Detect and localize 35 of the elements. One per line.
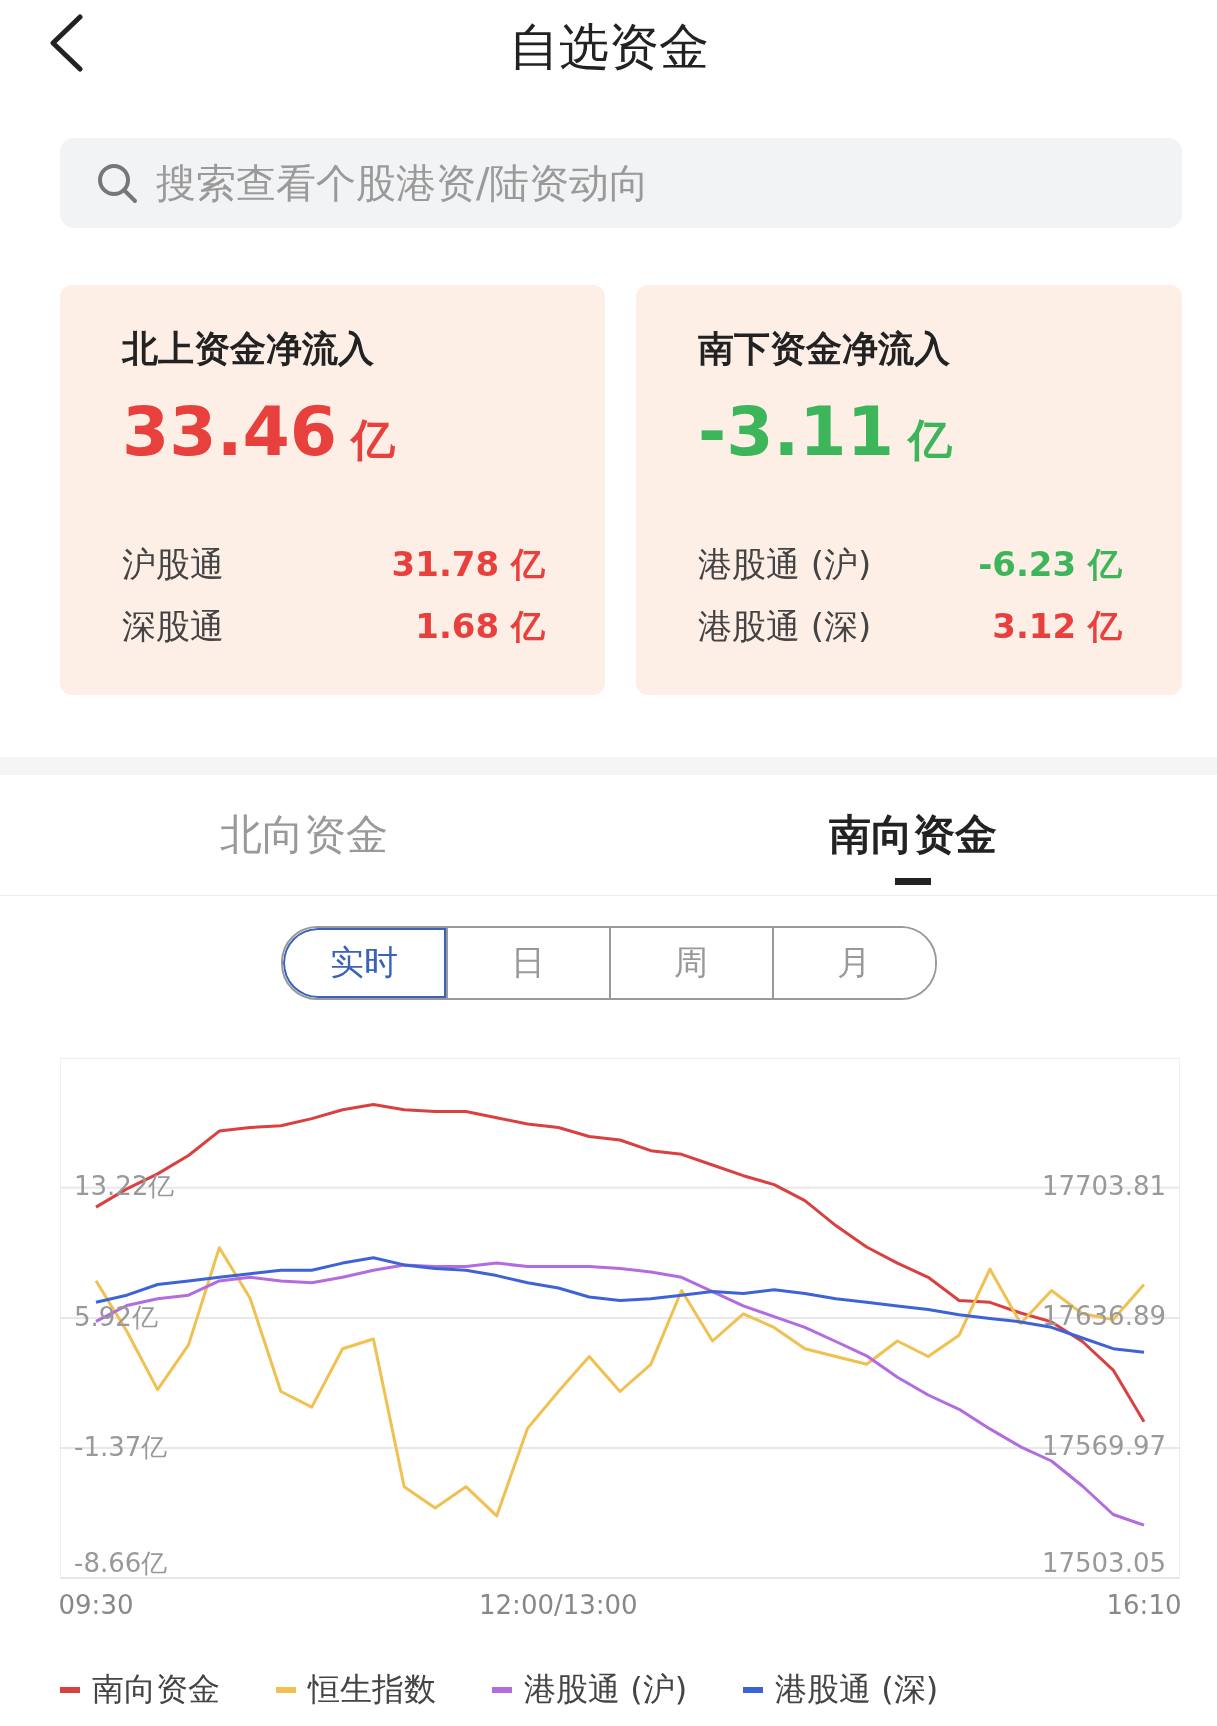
tab[interactable]: 北向资金	[0, 775, 609, 895]
axis-label: 17503.05	[1041, 1547, 1166, 1578]
channel-value: 31.78 亿	[391, 543, 545, 586]
channel-label: 深股通	[122, 605, 224, 648]
net-inflow-amount: 33.46	[122, 392, 338, 471]
channel-value: -6.23 亿	[978, 543, 1122, 586]
period-tab[interactable]: 实时	[282, 928, 446, 998]
channel-value: 3.12 亿	[992, 605, 1122, 648]
axis-label: 17703.81	[1041, 1171, 1166, 1202]
unit-label: 亿	[351, 413, 396, 467]
legend-label: 港股通 (沪)	[524, 1669, 688, 1710]
tab[interactable]: 南向资金	[608, 775, 1217, 895]
axis-label: 17569.97	[1041, 1431, 1166, 1462]
channel-label: 沪股通	[122, 543, 224, 586]
search-field[interactable]: 搜索查看个股港资/陆资动向	[60, 138, 1182, 228]
axis-label: 12:00/13:00	[479, 1590, 638, 1620]
channel-label: 港股通 (深)	[698, 605, 872, 648]
axis-label: 09:30	[60, 1590, 134, 1620]
page-title: 自选资金	[508, 17, 709, 78]
search-icon	[96, 162, 138, 204]
back-icon[interactable]	[48, 14, 84, 72]
card-title: 南下资金净流入	[698, 327, 951, 371]
unit-label: 亿	[908, 413, 952, 467]
search-input[interactable]: 搜索查看个股港资/陆资动向	[156, 160, 1146, 206]
net-inflow-amount: -3.11	[698, 392, 894, 471]
period-tab[interactable]: 月	[771, 928, 935, 998]
card-title: 北上资金净流入	[122, 327, 375, 371]
axis-label: -1.37亿	[74, 1431, 168, 1462]
axis-label: -8.66亿	[74, 1547, 168, 1578]
channel-value: 1.68 亿	[415, 605, 545, 648]
legend-label: 恒生指数	[308, 1669, 436, 1710]
channel-label: 港股通 (沪)	[698, 543, 872, 586]
axis-label: 16:10	[1106, 1590, 1180, 1620]
legend-label: 港股通 (深)	[775, 1669, 939, 1710]
legend-label: 南向资金	[92, 1669, 220, 1710]
